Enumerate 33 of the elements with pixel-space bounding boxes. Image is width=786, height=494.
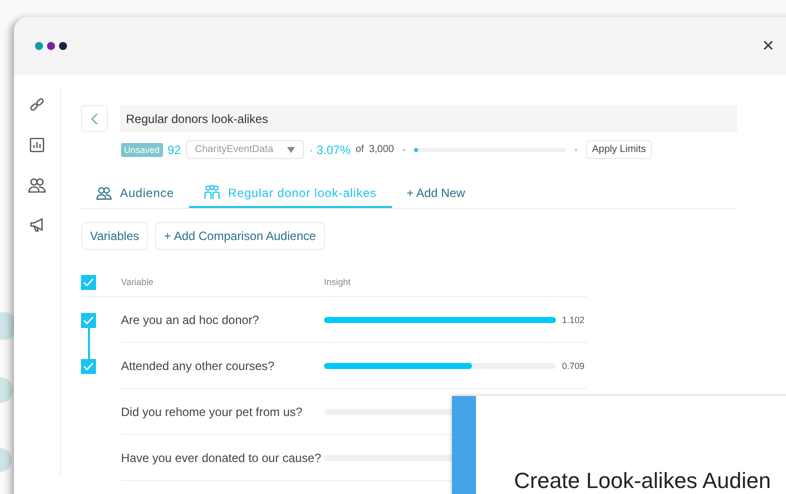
chevron-left-icon <box>90 112 98 124</box>
dialog-title: Create Look-alikes Audien <box>514 468 771 493</box>
people-icon <box>96 186 112 200</box>
total-count: 3,000 <box>368 144 394 155</box>
variable-label: Attended any other courses? <box>121 358 276 372</box>
tab[interactable]: Audience <box>81 181 190 208</box>
audience-count: 92 <box>168 142 181 156</box>
caret-icon <box>287 146 296 152</box>
apply-limits-button[interactable]: Apply Limits <box>586 140 652 159</box>
variable-label: Have you ever donated to our cause? <box>121 450 322 464</box>
dataset-dropdown[interactable]: CharityEventData <box>186 140 304 159</box>
variable-label: Did you rehome your pet from us? <box>121 404 304 418</box>
connector-line <box>88 327 90 359</box>
status-badge: Unsaved <box>121 142 163 156</box>
back-button[interactable] <box>81 105 108 132</box>
column-header: Variable <box>121 277 154 287</box>
toolbar-button[interactable]: + Add Comparison Audience <box>155 222 325 250</box>
insight-value: 1.102 <box>562 314 585 324</box>
percentage-text: · 3.07% <box>309 142 351 156</box>
column-header: Insight <box>324 277 351 287</box>
variable-label: Are you an ad hoc donor? <box>121 312 260 326</box>
toolbar-button[interactable]: Variables <box>81 222 148 250</box>
chart-icon[interactable] <box>28 136 46 154</box>
add-new-tab-button[interactable]: + Add New <box>392 181 480 208</box>
of-label: of <box>356 144 364 155</box>
people-icon[interactable] <box>28 176 46 194</box>
close-button[interactable]: × <box>762 36 774 56</box>
group-icon <box>204 185 220 200</box>
row-checkbox[interactable] <box>81 312 96 328</box>
audience-name-field[interactable]: Regular donors look-alikes <box>120 105 737 132</box>
row-checkbox[interactable] <box>81 358 96 374</box>
select-all-checkbox[interactable] <box>81 274 96 290</box>
insight-value: 0.709 <box>562 360 585 370</box>
